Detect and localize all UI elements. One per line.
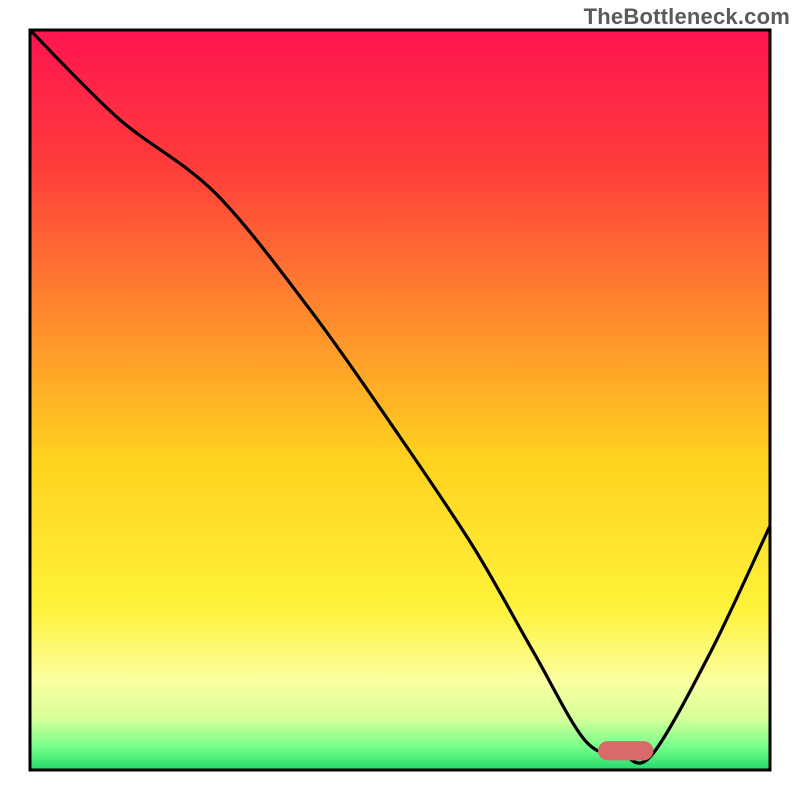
- chart-svg: [0, 0, 800, 800]
- plot-background: [30, 30, 770, 770]
- optimum-marker: [598, 741, 654, 760]
- chart-stage: TheBottleneck.com: [0, 0, 800, 800]
